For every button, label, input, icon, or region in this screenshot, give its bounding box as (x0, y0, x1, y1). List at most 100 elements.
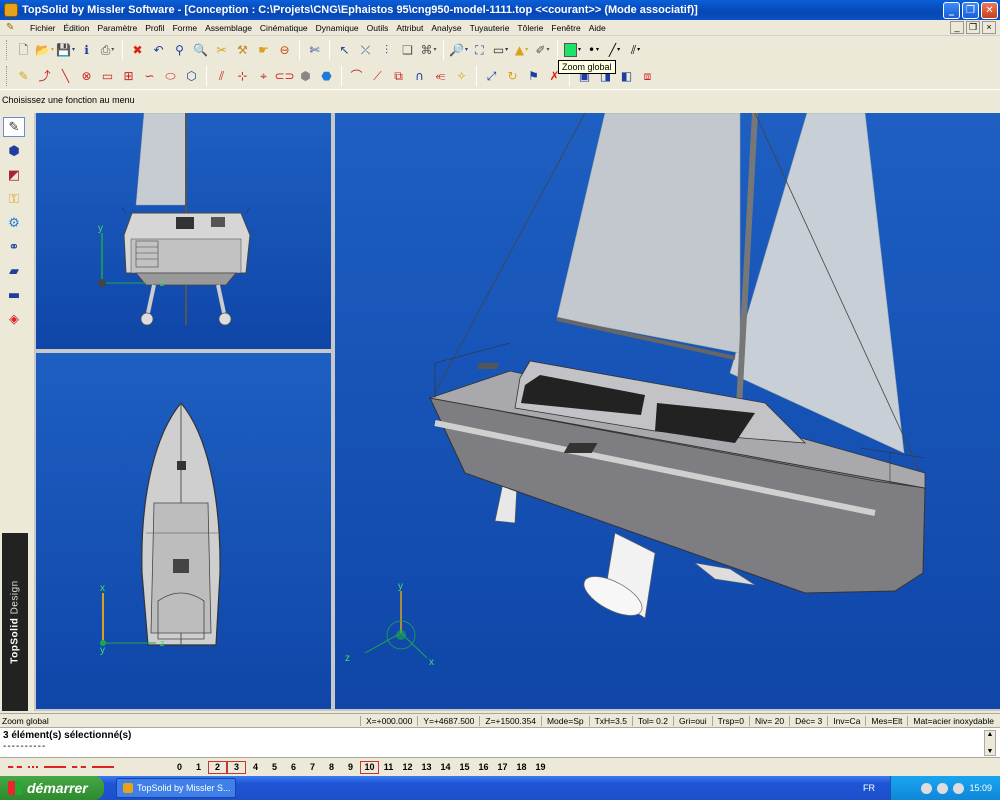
menu-edition[interactable]: Édition (60, 23, 94, 33)
sketch-icon[interactable]: ✎ (15, 67, 32, 85)
no-entry-icon[interactable]: ⊖ (276, 41, 293, 59)
menu-fenetre[interactable]: Fenêtre (547, 23, 584, 33)
solid-mode-icon[interactable]: ⬢ (3, 141, 25, 161)
layer-14[interactable]: 14 (436, 761, 455, 774)
menu-assemblage[interactable]: Assemblage (201, 23, 256, 33)
layer-11[interactable]: 11 (379, 761, 398, 774)
layer-2[interactable]: 2 (208, 760, 227, 774)
doc-close-button[interactable]: × (982, 21, 996, 34)
layer-6[interactable]: 6 (284, 761, 303, 774)
measure-icon[interactable]: ✂ (213, 41, 230, 59)
layer-10[interactable]: 10 (360, 760, 379, 774)
toolbar-grip[interactable] (6, 39, 9, 60)
menu-forme[interactable]: Forme (169, 23, 202, 33)
menu-aide[interactable]: Aide (585, 23, 610, 33)
point-icon[interactable]: ⊹ (234, 67, 251, 85)
hexagon-icon[interactable]: ⬡ (183, 67, 200, 85)
pencil-icon[interactable]: ✐ ▾ (534, 41, 551, 59)
render-icon[interactable]: ▲ ▾ (513, 41, 530, 59)
trim-icon[interactable]: ⥺ (432, 67, 449, 85)
copy-icon[interactable]: ❏ (399, 41, 416, 59)
curve-icon[interactable]: ∽ (141, 67, 158, 85)
new-document-icon[interactable]: 🗋 (15, 41, 32, 59)
menu-cinematique[interactable]: Cinématique (256, 23, 312, 33)
layer-12[interactable]: 12 (398, 761, 417, 774)
cut-edge-icon[interactable]: ⤫ (357, 41, 374, 59)
layer-4[interactable]: 4 (246, 761, 265, 774)
layer-1[interactable]: 1 (189, 761, 208, 774)
search-icon[interactable]: 🔍 (192, 41, 209, 59)
save-icon[interactable]: 💾 ▾ (56, 41, 75, 59)
dimension-icon[interactable]: ⤢ (483, 67, 500, 85)
menu-tolerie[interactable]: Tôlerie (513, 23, 547, 33)
line-icon[interactable]: ╲ (57, 67, 74, 85)
layer-0[interactable]: 0 (170, 761, 189, 774)
line-style-icon[interactable]: ╱ ▾ (606, 41, 623, 59)
gear-mode-icon[interactable]: ⚙ (3, 213, 25, 233)
layer-9[interactable]: 9 (341, 761, 360, 774)
viewport-front[interactable]: y z (36, 113, 331, 349)
minimize-button[interactable]: _ (943, 1, 960, 19)
status-txh[interactable]: TxH=3.5 (588, 715, 632, 726)
status-dec[interactable]: Déc= 3 (789, 715, 827, 726)
title-bar[interactable]: TopSolid by Missler Software - [Concepti… (0, 0, 1000, 20)
status-mes[interactable]: Mes=Elt (865, 715, 907, 726)
status-mode[interactable]: Mode=Sp (540, 715, 589, 726)
target-icon[interactable]: ⌖ (255, 67, 272, 85)
parallel-icon[interactable]: ⫽ (213, 67, 230, 85)
menu-dynamique[interactable]: Dynamique (312, 23, 363, 33)
view-settings-icon[interactable]: ⧈ (639, 67, 656, 85)
offset-icon[interactable]: ⧉ (390, 67, 407, 85)
chamfer-icon[interactable]: ⟋ (369, 67, 386, 85)
line-style-selector[interactable] (0, 766, 170, 768)
scissors-icon[interactable]: ✄ (306, 41, 323, 59)
message-area[interactable]: 3 élément(s) sélectionné(s) ---------- ▲… (0, 727, 1000, 757)
layer-7[interactable]: 7 (303, 761, 322, 774)
circle-icon[interactable]: ⊗ (78, 67, 95, 85)
clock[interactable]: 15:09 (969, 783, 992, 793)
layer-17[interactable]: 17 (493, 761, 512, 774)
layer-19[interactable]: 19 (531, 761, 550, 774)
menu-parametre[interactable]: Paramètre (94, 23, 142, 33)
language-indicator[interactable]: FR (863, 783, 875, 793)
rotate-icon[interactable]: ↻ (504, 67, 521, 85)
close-button[interactable]: ✕ (981, 1, 998, 19)
doc-restore-button[interactable]: ❐ (966, 21, 980, 34)
open-folder-icon[interactable]: 📂 ▾ (35, 41, 54, 59)
view-multi-icon[interactable]: ◧ (618, 67, 635, 85)
toolbar-grip-2[interactable] (6, 65, 9, 86)
text-icon[interactable]: ⌘ ▾ (420, 41, 437, 59)
menu-analyse[interactable]: Analyse (427, 23, 465, 33)
solid-move-icon[interactable]: ⬣ (318, 67, 335, 85)
status-gri[interactable]: Gri=oui (672, 715, 712, 726)
zoom-global-icon[interactable]: ⛶ (471, 41, 488, 59)
viewport-perspective[interactable]: y z x (335, 113, 1000, 709)
viewport-top[interactable]: x y z (36, 353, 331, 709)
tools-icon[interactable]: ⚒ (234, 41, 251, 59)
render-mode-icon[interactable]: ◈ (3, 309, 25, 329)
hatch-style-icon[interactable]: ⫽ ▾ (627, 41, 644, 59)
zoom-glass-icon[interactable]: ⚲ (171, 41, 188, 59)
equalizer-icon[interactable]: ⫶ (378, 41, 395, 59)
message-scrollbar[interactable]: ▲ ▼ (984, 730, 996, 756)
start-button[interactable]: démarrer (0, 776, 104, 800)
solid-icon[interactable]: ⬢ (297, 67, 314, 85)
color-picker[interactable]: ▾ (564, 41, 581, 59)
fillet-icon[interactable]: ⌒ (348, 67, 365, 85)
network-icon[interactable] (921, 782, 933, 794)
flag-icon[interactable]: ⚑ (525, 67, 542, 85)
ellipse-icon[interactable]: ⬭ (162, 67, 179, 85)
print-icon[interactable]: ⎙ ▾ (99, 41, 116, 59)
assembly-mode-icon[interactable]: ⚭ (3, 237, 25, 257)
cursor-icon[interactable]: ☛ (255, 41, 272, 59)
drafting-mode-icon[interactable]: ◩ (3, 165, 25, 185)
status-mat[interactable]: Mat=acier inoxydable (907, 715, 999, 726)
status-tol[interactable]: Tol= 0.2 (631, 715, 673, 726)
frame-icon[interactable]: ⊞ (120, 67, 137, 85)
view-camera-icon[interactable]: ▭ ▾ (492, 41, 509, 59)
layer-16[interactable]: 16 (474, 761, 493, 774)
pointer-icon[interactable]: ↖ (336, 41, 353, 59)
point-style-icon[interactable]: • ▾ (585, 41, 602, 59)
layer-13[interactable]: 13 (417, 761, 436, 774)
arch-icon[interactable]: ∩ (411, 67, 428, 85)
